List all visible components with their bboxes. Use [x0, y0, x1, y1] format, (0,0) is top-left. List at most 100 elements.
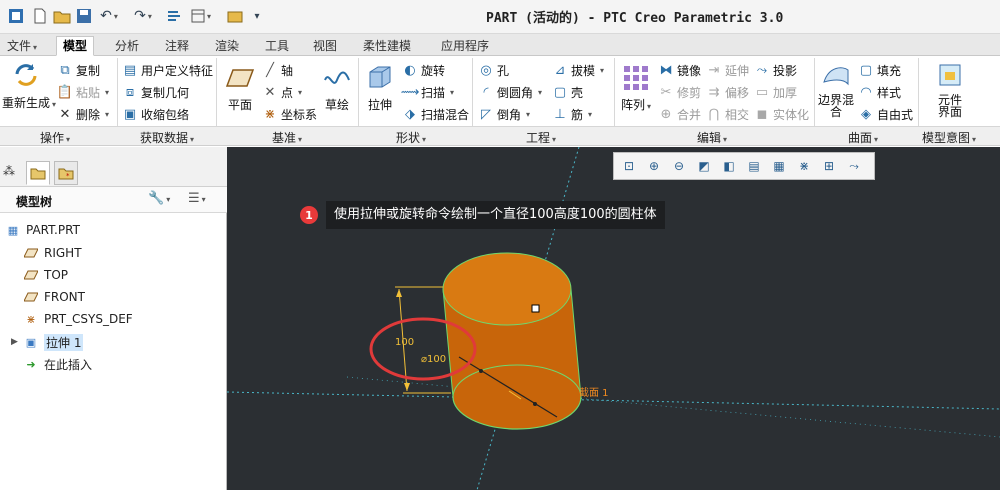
thicken-icon: ▭	[755, 85, 769, 100]
offset-icon: ⇉	[708, 85, 720, 100]
tab-model[interactable]: 模型	[56, 36, 95, 56]
saved-orientations-icon[interactable]: ▤	[743, 155, 765, 177]
extrude-button[interactable]: 拉伸	[362, 62, 398, 113]
view-manager-icon[interactable]: ▦	[768, 155, 790, 177]
favorites-tab[interactable]: *	[54, 161, 78, 185]
tree-item-insert-here[interactable]: ➜ 在此插入	[24, 354, 92, 374]
group-operations[interactable]: 操作 ▾	[40, 129, 70, 146]
close-window-icon[interactable]	[224, 6, 246, 26]
instruction-text: 使用拉伸或旋转命令绘制一个直径100高度100的圆柱体	[326, 201, 665, 229]
pattern-button[interactable]: 阵列 ▾	[618, 62, 654, 113]
group-shapes[interactable]: 形状 ▾	[396, 129, 426, 146]
display-style-icon[interactable]: ◧	[718, 155, 740, 177]
window-title: PART (活动的) - PTC Creo Parametric 3.0	[486, 11, 784, 26]
save-icon[interactable]	[74, 6, 94, 26]
swept-blend-button[interactable]: ⬗ 扫描混合	[402, 106, 469, 123]
repaint-icon[interactable]: ◩	[693, 155, 715, 177]
regenerate-button[interactable]: 重新生成 ▾	[2, 60, 56, 111]
open-folder-icon[interactable]	[52, 6, 72, 26]
chamfer-button[interactable]: ◸ 倒角 ▾	[478, 106, 530, 123]
tree-item-csys[interactable]: ⋇ PRT_CSYS_DEF	[24, 309, 132, 329]
trim-button[interactable]: ✂ 修剪	[658, 84, 701, 101]
graphics-viewport[interactable]: 100 ⌀100 截面 1	[227, 147, 1000, 490]
tab-view[interactable]: 视图	[306, 36, 344, 56]
redo-icon[interactable]: ↷ ▾	[130, 6, 156, 26]
extend-button[interactable]: ⇥ 延伸	[706, 62, 749, 79]
draft-button[interactable]: ⊿ 拔模 ▾	[552, 62, 604, 79]
tree-item-extrude-1[interactable]: ▣ 拉伸 1	[24, 332, 84, 352]
cylinder-top-face[interactable]	[442, 252, 572, 326]
tree-item-right[interactable]: RIGHT	[24, 243, 82, 263]
thicken-button[interactable]: ▭ 加厚	[754, 84, 797, 101]
group-surfaces[interactable]: 曲面 ▾	[848, 129, 878, 146]
group-model-intent[interactable]: 模型意图 ▾	[922, 129, 976, 146]
user-defined-feature-button[interactable]: ▤ 用户定义特征	[122, 62, 213, 79]
group-editing[interactable]: 编辑 ▾	[697, 129, 727, 146]
datum-point-button[interactable]: ✕ 点 ▾	[262, 84, 302, 101]
model-tree-tab-icon[interactable]: ⁂	[3, 164, 15, 178]
tree-item-front[interactable]: FRONT	[24, 287, 85, 307]
windows-icon[interactable]: ▾	[188, 6, 214, 26]
height-dimension-value[interactable]: 100	[395, 337, 414, 348]
group-datum[interactable]: 基准 ▾	[272, 129, 302, 146]
expand-arrow-icon[interactable]: ▶	[11, 337, 18, 347]
boundary-blend-button[interactable]: 边界混合	[818, 60, 854, 118]
copy-geometry-button[interactable]: ⧈ 复制几何	[122, 84, 189, 101]
tab-tools[interactable]: 工具	[258, 36, 296, 56]
zoom-out-icon[interactable]: ⊖	[668, 155, 690, 177]
project-button[interactable]: ⤳ 投影	[754, 62, 797, 79]
style-button[interactable]: ◠ 样式	[858, 84, 901, 101]
freestyle-icon: ◈	[861, 107, 871, 122]
freestyle-button[interactable]: ◈ 自由式	[858, 106, 913, 123]
diameter-dimension-value[interactable]: ⌀100	[421, 354, 446, 365]
tree-item-top[interactable]: TOP	[24, 265, 68, 285]
annotation-display-icon[interactable]: ⊞	[818, 155, 840, 177]
tab-annotate[interactable]: 注释	[158, 36, 196, 56]
refit-icon[interactable]: ⊡	[618, 155, 640, 177]
shrinkwrap-button[interactable]: ▣ 收缩包络	[122, 106, 189, 123]
customize-toolbar-icon[interactable]: ▾	[250, 6, 264, 26]
svg-text:*: *	[66, 172, 70, 180]
copy-geometry-icon: ⧈	[125, 85, 135, 100]
new-file-icon[interactable]	[30, 6, 50, 26]
tab-applications[interactable]: 应用程序	[434, 36, 496, 56]
copy-button[interactable]: ⧉ 复制	[57, 62, 100, 79]
sweep-button[interactable]: ⟿ 扫描 ▾	[401, 84, 454, 101]
drag-handle[interactable]	[531, 304, 540, 313]
merge-button[interactable]: ⊕ 合并	[658, 106, 701, 123]
tab-analysis[interactable]: 分析	[108, 36, 146, 56]
datum-display-filters-icon[interactable]: ⋇	[793, 155, 815, 177]
delete-button[interactable]: ✕ 删除 ▾	[57, 106, 109, 123]
tree-settings-icon[interactable]: 🔧 ▾	[148, 191, 170, 206]
group-engineering[interactable]: 工程 ▾	[526, 129, 556, 146]
spin-center-icon[interactable]: ⤳	[843, 155, 865, 177]
app-icon[interactable]	[6, 6, 26, 26]
tab-flexible-modeling[interactable]: 柔性建模	[356, 36, 418, 56]
solidify-button[interactable]: ◼ 实体化	[754, 106, 809, 123]
folder-browser-tab[interactable]	[26, 161, 50, 185]
hole-button[interactable]: ◎ 孔	[478, 62, 509, 79]
tab-file[interactable]: 文件 ▾	[0, 36, 44, 56]
tree-item-part[interactable]: ▦ PART.PRT	[6, 220, 80, 240]
paste-button[interactable]: 📋 粘贴 ▾	[57, 84, 109, 101]
offset-button[interactable]: ⇉ 偏移	[706, 84, 749, 101]
shell-button[interactable]: ▢ 壳	[552, 84, 583, 101]
component-interface-button[interactable]: 元件界面	[928, 60, 972, 118]
zoom-in-icon[interactable]: ⊕	[643, 155, 665, 177]
datum-plane-button[interactable]: 平面	[222, 62, 258, 113]
group-get-data[interactable]: 获取数据 ▾	[140, 129, 194, 146]
undo-icon[interactable]: ↶ ▾	[96, 6, 122, 26]
round-button[interactable]: ◜ 倒圆角 ▾	[478, 84, 542, 101]
rib-button[interactable]: ⊥ 筋 ▾	[552, 106, 592, 123]
mirror-button[interactable]: ⧓ 镜像	[658, 62, 702, 79]
tree-show-icon[interactable]: ☰ ▾	[188, 191, 206, 206]
intersect-button[interactable]: ⋂ 相交	[706, 106, 749, 123]
datum-axis-button[interactable]: ╱ 轴	[262, 62, 293, 79]
extend-icon: ⇥	[708, 63, 720, 78]
fill-button[interactable]: ▢ 填充	[858, 62, 901, 79]
regenerate-quick-icon[interactable]	[164, 6, 184, 26]
coordinate-system-button[interactable]: ⋇ 坐标系	[262, 106, 317, 123]
revolve-button[interactable]: ◐ 旋转	[402, 62, 445, 79]
tab-render[interactable]: 渲染	[208, 36, 246, 56]
sketch-button[interactable]: 草绘	[320, 62, 354, 113]
